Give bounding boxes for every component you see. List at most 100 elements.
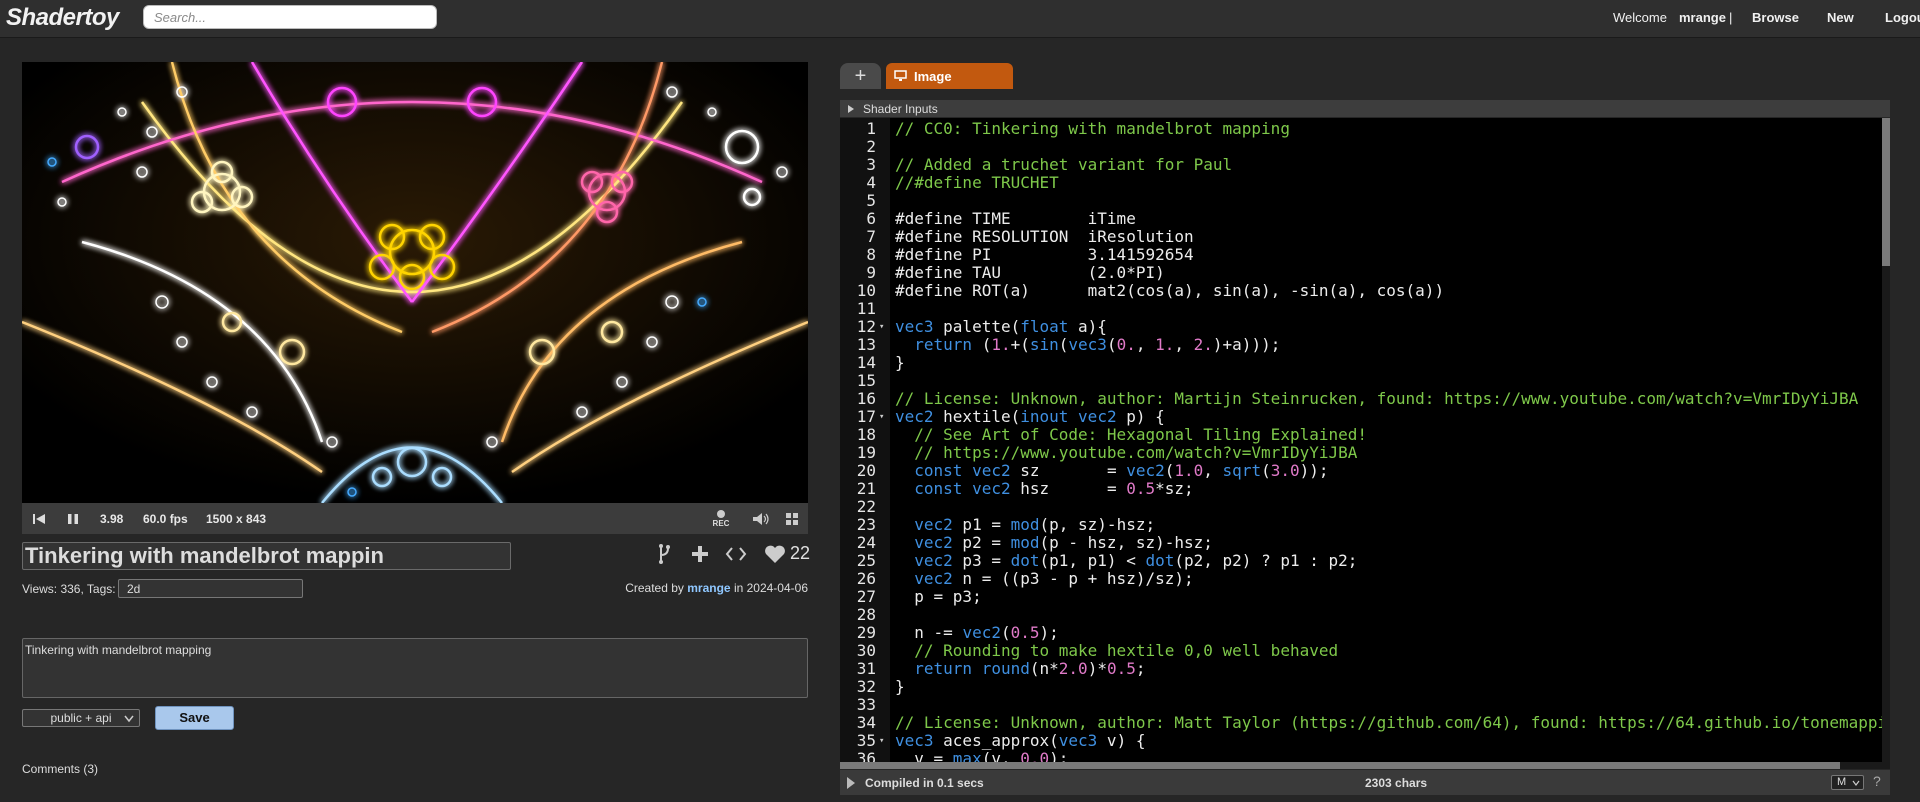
tags-input[interactable] [118, 579, 303, 598]
line-number: 35 [856, 731, 876, 750]
fps-readout: 60.0 fps [143, 512, 188, 526]
fold-toggle-icon[interactable]: ▾ [879, 408, 884, 426]
save-button[interactable]: Save [155, 706, 234, 730]
code-line[interactable]: vec3 palette(float a){ [895, 318, 1107, 336]
nav-separator: | [1729, 10, 1733, 25]
fullscreen-button[interactable] [780, 503, 804, 534]
fork-icon [659, 544, 670, 564]
code-line[interactable]: #define RESOLUTION iResolution [895, 228, 1194, 246]
vertical-scrollbar[interactable] [1882, 118, 1890, 769]
heart-icon [765, 545, 785, 563]
line-number: 5 [866, 191, 876, 210]
volume-icon [753, 512, 769, 525]
code-line[interactable]: return (1.+(sin(vec3(0., 1., 2.)+a))); [895, 336, 1280, 354]
code-line[interactable]: p = p3; [895, 588, 981, 606]
shader-canvas[interactable] [22, 62, 808, 503]
code-line[interactable]: vec2 hextile(inout vec2 p) { [895, 408, 1165, 426]
chevron-down-icon [124, 715, 134, 723]
rewind-icon [33, 513, 45, 524]
code-line[interactable]: const vec2 sz = vec2(1.0, sqrt(3.0)); [895, 462, 1328, 480]
line-number: 20 [856, 461, 876, 480]
code-line[interactable]: // License: Unknown, author: Matt Taylor… [895, 714, 1890, 732]
code-line[interactable]: //#define TRUCHET [895, 174, 1059, 192]
line-number: 24 [856, 533, 876, 552]
horizontal-scroll-thumb[interactable] [840, 762, 1840, 769]
code-line[interactable]: vec2 p3 = dot(p1, p1) < dot(p2, p2) ? p1… [895, 552, 1357, 570]
code-line[interactable]: n -= vec2(0.5); [895, 624, 1059, 642]
line-number: 32 [856, 677, 876, 696]
privacy-select[interactable]: public + api [22, 709, 140, 727]
volume-button[interactable] [748, 503, 774, 534]
plus-icon [692, 546, 708, 562]
line-number: 28 [856, 605, 876, 624]
compile-play-icon[interactable] [846, 776, 856, 790]
fold-toggle-icon[interactable]: ▾ [879, 318, 884, 336]
code-line[interactable]: // CC0: Tinkering with mandelbrot mappin… [895, 120, 1290, 138]
add-to-playlist-button[interactable] [690, 542, 710, 566]
vertical-scroll-thumb[interactable] [1882, 118, 1890, 266]
line-number: 31 [856, 659, 876, 678]
add-tab-button[interactable]: + [840, 63, 881, 89]
created-by-label: Created by [625, 581, 684, 595]
code-line[interactable]: } [895, 678, 905, 696]
record-button[interactable]: REC [708, 503, 734, 534]
code-line[interactable]: #define TIME iTime [895, 210, 1136, 228]
code-line[interactable]: // https://www.youtube.com/watch?v=VmrID… [895, 444, 1357, 462]
line-number-gutter: 1 2 3 4 5 6 7 8 9 10 11 12 ▾ 13 14 15 16 17 ▾ 18 19 20 21 22 23 2… [840, 118, 890, 769]
code-line[interactable]: // Added a truchet variant for Paul [895, 156, 1232, 174]
code-line[interactable]: // See Art of Code: Hexagonal Tiling Exp… [895, 426, 1367, 444]
line-number: 29 [856, 623, 876, 642]
code-line[interactable]: return round(n*2.0)*0.5; [895, 660, 1145, 678]
editor-mode-select[interactable]: M [1831, 775, 1864, 790]
line-number: 34 [856, 713, 876, 732]
code-line[interactable]: // License: Unknown, author: Martijn Ste… [895, 390, 1858, 408]
help-icon[interactable]: ? [1873, 773, 1881, 789]
shader-render-image [22, 62, 808, 503]
code-line[interactable]: #define TAU (2.0*PI) [895, 264, 1165, 282]
search-input[interactable] [143, 5, 437, 29]
code-editor[interactable]: 1 2 3 4 5 6 7 8 9 10 11 12 ▾ 13 14 15 16 17 ▾ 18 19 20 21 22 23 2… [840, 118, 1890, 769]
rewind-button[interactable] [28, 503, 50, 534]
new-link[interactable]: New [1827, 10, 1854, 25]
code-line[interactable]: const vec2 hsz = 0.5*sz; [895, 480, 1193, 498]
code-line[interactable]: vec2 p2 = mod(p - hsz, sz)-hsz; [895, 534, 1213, 552]
author-link[interactable]: mrange [687, 581, 730, 595]
like-button[interactable] [764, 542, 786, 566]
line-number: 7 [866, 227, 876, 246]
logout-link[interactable]: Logou [1885, 10, 1920, 25]
code-line[interactable]: #define PI 3.141592654 [895, 246, 1194, 264]
line-number: 22 [856, 497, 876, 516]
line-number: 10 [856, 281, 876, 300]
embed-code-button[interactable] [725, 542, 747, 566]
code-line[interactable]: vec3 aces_approx(vec3 v) { [895, 732, 1145, 750]
editor-status-bar: Compiled in 0.1 secs 2303 chars [840, 770, 1890, 795]
line-number: 2 [866, 137, 876, 156]
browse-link[interactable]: Browse [1752, 10, 1799, 25]
line-number: 19 [856, 443, 876, 462]
line-number: 15 [856, 371, 876, 390]
fullscreen-icon [786, 512, 798, 525]
code-line[interactable]: // Rounding to make hextile 0,0 well beh… [895, 642, 1338, 660]
code-line[interactable]: #define ROT(a) mat2(cos(a), sin(a), -sin… [895, 282, 1444, 300]
shader-title-input[interactable] [22, 542, 511, 570]
horizontal-scrollbar[interactable] [840, 762, 1882, 769]
username-link[interactable]: mrange [1679, 10, 1726, 25]
line-number: 30 [856, 641, 876, 660]
line-number: 12 [856, 317, 876, 336]
shadertoy-logo[interactable]: Shadertoy [6, 4, 119, 32]
shader-inputs-toggle[interactable]: Shader Inputs [840, 100, 1890, 117]
line-number: 1 [866, 119, 876, 138]
player-controls: 3.98 60.0 fps 1500 x 843 REC [22, 503, 808, 534]
tab-image[interactable]: Image [886, 63, 1013, 89]
description-textarea[interactable]: Tinkering with mandelbrot mapping [22, 638, 808, 698]
code-line[interactable]: vec2 n = ((p3 - p + hsz)/sz); [895, 570, 1193, 588]
fold-toggle-icon[interactable]: ▾ [879, 732, 884, 750]
line-number: 21 [856, 479, 876, 498]
code-line[interactable]: } [895, 354, 905, 372]
fork-button[interactable] [656, 542, 672, 566]
pause-button[interactable] [62, 503, 84, 534]
code-line[interactable]: vec2 p1 = mod(p, sz)-hsz; [895, 516, 1155, 534]
compile-status: Compiled in 0.1 secs [865, 776, 984, 790]
line-number: 4 [866, 173, 876, 192]
comments-header[interactable]: Comments (3) [22, 762, 98, 776]
